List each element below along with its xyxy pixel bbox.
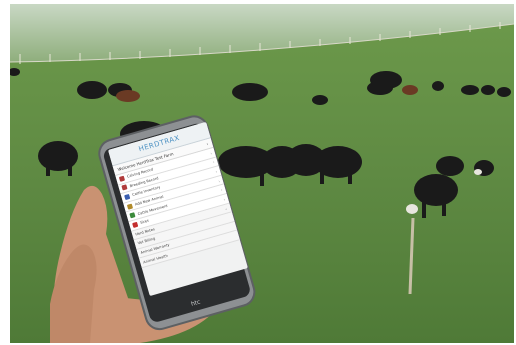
chevron-right-icon: ›	[212, 159, 216, 165]
breeding-icon	[121, 184, 128, 191]
chevron-right-icon: ›	[217, 178, 221, 184]
chevron-right-icon: ›	[205, 141, 209, 147]
chevron-right-icon: ›	[214, 168, 218, 175]
chevron-right-icon: ›	[222, 196, 226, 202]
chevron-right-icon: ›	[209, 150, 213, 156]
movement-icon	[129, 212, 136, 219]
calving-icon	[118, 175, 126, 182]
inventory-icon	[124, 193, 131, 201]
pasture-photo: htc	[10, 4, 514, 343]
chevron-down-icon: ⌄	[223, 205, 229, 212]
sires-icon	[132, 221, 139, 228]
chevron-right-icon: ›	[220, 187, 224, 193]
add-animal-icon	[126, 203, 133, 210]
